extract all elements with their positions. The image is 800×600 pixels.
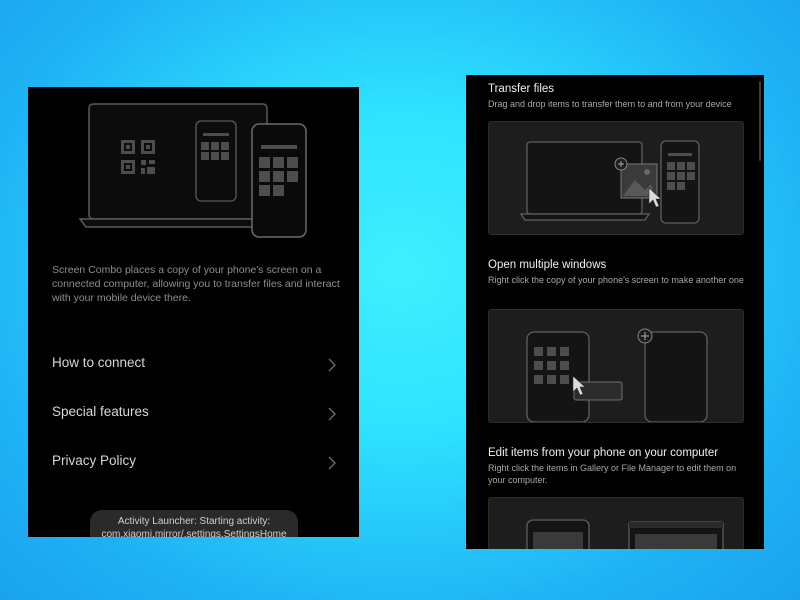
section-description-transfer-files: Drag and drop items to transfer them to … xyxy=(488,99,732,109)
screen-combo-settings-screen: Screen Combo places a copy of your phone… xyxy=(28,87,359,537)
chevron-right-icon xyxy=(328,358,336,372)
menu-item-privacy-policy[interactable]: Privacy Policy xyxy=(28,441,359,485)
transfer-files-illustration xyxy=(488,121,744,235)
edit-items-illustration xyxy=(488,497,744,549)
screen-combo-illustration xyxy=(78,103,307,238)
plus-circle-icon xyxy=(637,328,653,344)
chevron-right-icon xyxy=(328,456,336,470)
multiple-windows-illustration xyxy=(488,309,744,423)
section-title-transfer-files: Transfer files xyxy=(488,83,555,95)
menu-item-special-features[interactable]: Special features xyxy=(28,392,359,436)
feature-description: Screen Combo places a copy of your phone… xyxy=(52,264,340,304)
toast-line-1: Activity Launcher: Starting activity: xyxy=(117,516,271,527)
special-features-screen: Transfer files Drag and drop items to tr… xyxy=(466,75,764,549)
menu-item-label: How to connect xyxy=(52,355,146,370)
section-description-multiple-windows: Right click the copy of your phone's scr… xyxy=(488,275,744,285)
section-title-multiple-windows: Open multiple windows xyxy=(488,259,607,271)
toast-line-2: com.xiaomi.mirror/.settings.SettingsHome xyxy=(101,529,287,537)
chevron-right-icon xyxy=(328,407,336,421)
menu-item-how-to-connect[interactable]: How to connect xyxy=(28,343,359,387)
section-title-edit-items: Edit items from your phone on your compu… xyxy=(488,447,719,459)
plus-circle-icon xyxy=(614,157,628,171)
menu-item-label: Special features xyxy=(52,404,149,419)
activity-launcher-toast: Activity Launcher: Starting activity: co… xyxy=(90,510,298,537)
menu-item-label: Privacy Policy xyxy=(52,453,137,468)
scrollbar[interactable] xyxy=(759,81,761,161)
section-description-edit-items: Right click the items in Gallery or File… xyxy=(488,463,737,485)
